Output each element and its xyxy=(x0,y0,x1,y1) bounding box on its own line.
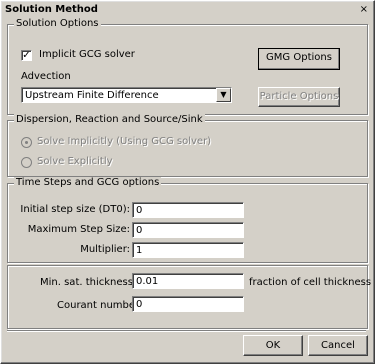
solve-explicitly-label[interactable]: Solve Explicitly xyxy=(37,156,113,167)
solve-explicitly-radio[interactable] xyxy=(21,157,32,168)
advection-select[interactable]: Upstream Finite Difference ▼ xyxy=(21,87,232,103)
particle-options-button[interactable]: Particle Options xyxy=(258,87,340,107)
close-icon[interactable]: × xyxy=(360,4,368,15)
courant-label: Courant number xyxy=(57,300,140,311)
time-steps-legend: Time Steps and GCG options xyxy=(14,177,162,188)
ok-button[interactable]: OK xyxy=(243,335,303,356)
advection-label: Advection xyxy=(21,71,71,82)
cancel-button[interactable]: Cancel xyxy=(308,335,368,356)
min-sat-label: Min. sat. thickness xyxy=(40,277,133,288)
multiplier-input[interactable]: 1 xyxy=(132,242,244,258)
min-sat-unit: fraction of cell thickness xyxy=(249,277,372,288)
max-step-label: Maximum Step Size: xyxy=(27,224,130,235)
implicit-gcg-label[interactable]: Implicit GCG solver xyxy=(39,49,135,60)
dispersion-group: Dispersion, Reaction and Source/Sink xyxy=(7,114,368,177)
dt0-input[interactable]: 0 xyxy=(132,202,244,218)
courant-input[interactable]: 0 xyxy=(132,296,244,312)
multiplier-label: Multiplier: xyxy=(80,244,130,255)
implicit-gcg-checkbox[interactable]: ✓ xyxy=(21,50,32,61)
solve-implicitly-label[interactable]: Solve Implicitly (Using GCG solver) xyxy=(37,136,211,147)
dt0-label: Initial step size (DT0): xyxy=(20,204,130,215)
dialog-title: Solution Method xyxy=(5,4,98,15)
min-sat-input[interactable]: 0.01 xyxy=(132,273,244,289)
solve-implicitly-radio[interactable] xyxy=(21,137,32,148)
gmg-options-button[interactable]: GMG Options xyxy=(258,48,340,70)
max-step-input[interactable]: 0 xyxy=(132,222,244,238)
solution-options-legend: Solution Options xyxy=(14,18,101,29)
button-separator xyxy=(7,330,366,332)
chevron-down-icon[interactable]: ▼ xyxy=(216,88,231,102)
solution-method-dialog: Solution Method × Solution Options ✓ Imp… xyxy=(0,0,375,364)
dispersion-legend: Dispersion, Reaction and Source/Sink xyxy=(14,114,205,125)
title-bar: Solution Method × xyxy=(3,3,372,17)
